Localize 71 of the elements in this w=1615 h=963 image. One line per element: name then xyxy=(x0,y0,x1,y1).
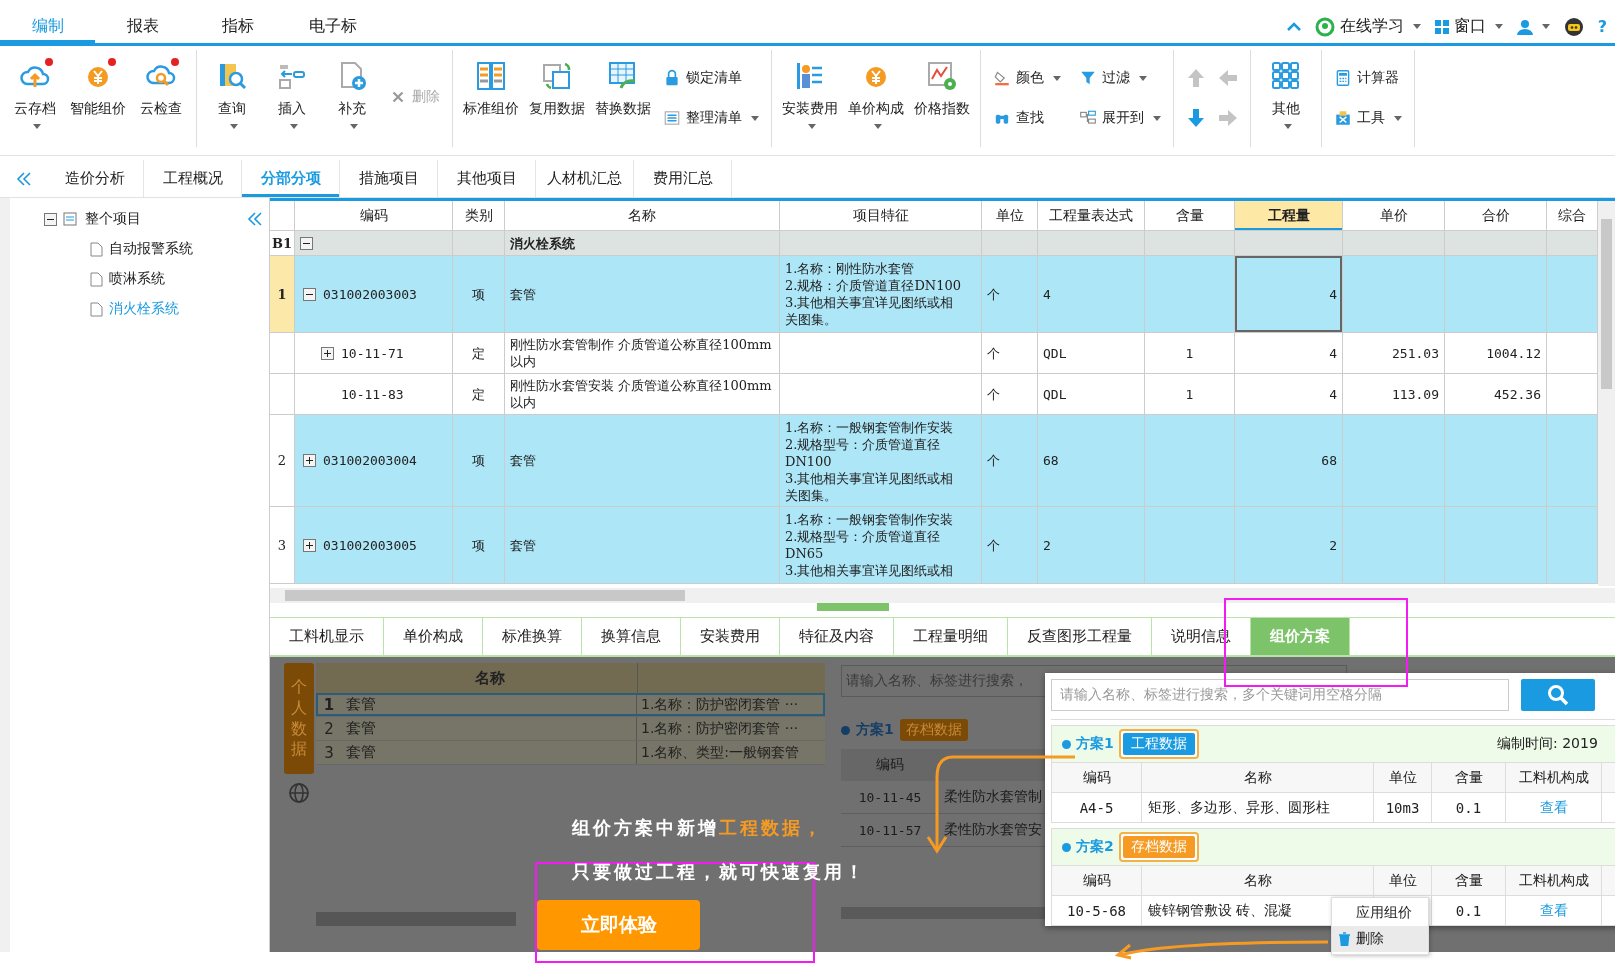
table-cell: 定 xyxy=(453,333,505,374)
table-cell: 套管 xyxy=(342,741,637,764)
column-header: 含量 xyxy=(1432,866,1506,895)
promo-text: 组价方案中新增工程数据， xyxy=(572,816,824,840)
table-cell: 套管 xyxy=(342,693,637,716)
feature-text: 1.名称：刚性防水套管 2.规格：介质管道直径DN100 3.其他相关事宜详见图纸或相 关图集。 xyxy=(785,260,961,328)
table-cell: 刚性防水套管制作 介质管道公称直径100mm以内 xyxy=(505,333,780,374)
row-number: 2 xyxy=(323,718,335,740)
table-cell: 0.1 xyxy=(1432,793,1506,822)
code-text: 031002003005 xyxy=(323,536,417,554)
feature-text: 1.名称：一般钢套管制作安装 2.规格型号：介质管道直径 DN65 3.其他相关事宜详见图纸或相 xyxy=(785,511,954,579)
table-cell: 套管 xyxy=(505,256,780,333)
table-cell-text: 1.名称、类型:一般钢套管 xyxy=(640,742,801,762)
table-cell: 套管 xyxy=(505,507,780,584)
code-text: 031002003003 xyxy=(323,285,417,303)
table-cell: QDL xyxy=(1038,333,1145,374)
table-cell: 套管 xyxy=(342,717,637,740)
table-cell-text: 柔性防水套管制 xyxy=(943,788,1042,806)
table-cell: 0.1 xyxy=(1432,896,1506,925)
table-cell: 项 xyxy=(453,415,505,507)
table-cell: 项 xyxy=(453,256,505,333)
table-cell: 251.03 xyxy=(1343,333,1445,374)
code-text: 10-11-71 xyxy=(341,344,404,362)
column-header: 编码 xyxy=(1052,866,1142,895)
code-text: 031002003004 xyxy=(323,452,417,469)
table-cell: 4 xyxy=(1038,256,1145,333)
table-cell: 消火栓系统 xyxy=(505,231,780,256)
plan-title: 方案2 xyxy=(1076,838,1114,856)
column-header: 编码 xyxy=(1052,763,1142,792)
table-cell: 68 xyxy=(1235,415,1343,507)
column-header: 编码 xyxy=(875,756,905,774)
table-cell-text: 1.名称：防护密闭套管 ··· xyxy=(640,718,800,738)
column-header: 含量 xyxy=(1432,763,1506,792)
table-cell-text: 10-11-45 xyxy=(857,789,923,805)
tag: 存档数据 xyxy=(899,719,968,741)
table-cell: 个 xyxy=(982,507,1038,584)
table-cell: 矩形、多边形、异形、圆形柱 xyxy=(1142,793,1374,822)
column-header: 名称 xyxy=(1142,866,1374,895)
table-cell: 10m3 xyxy=(1385,799,1420,816)
table-cell: 项 xyxy=(453,507,505,584)
table-cell: 个 xyxy=(982,415,1038,507)
table-cell-text: 1.名称：防护密闭套管 ··· xyxy=(640,694,800,714)
feature-text: 1.名称：一般钢套管制作安装 2.规格型号：介质管道直径 DN100 3.其他相关事宜详见图纸或相 关图集。 xyxy=(785,419,954,504)
table-cell: 套管 xyxy=(505,415,780,507)
table-cell: 个 xyxy=(982,256,1038,333)
table-cell: 个 xyxy=(982,333,1038,374)
row-number: 1 xyxy=(322,694,336,716)
tag: 存档数据 xyxy=(1118,832,1199,862)
row-number: 3 xyxy=(323,742,335,764)
column-header: 工料机构成 xyxy=(1506,866,1602,895)
table-cell: 1 xyxy=(1145,333,1235,374)
table-cell: A4-5 xyxy=(1052,793,1142,822)
column-header: 名称 xyxy=(1142,763,1374,792)
date-text: 编制时间: 2019 xyxy=(1497,735,1598,753)
table-cell: 1004.12 xyxy=(1445,333,1547,374)
table-cell-text: 10-11-57 xyxy=(857,822,923,838)
plan-title: 方案1 xyxy=(856,721,894,739)
table-cell: 4 xyxy=(1235,333,1343,374)
table-cell: 2 xyxy=(1235,507,1343,584)
plan-title: 方案1 xyxy=(1076,735,1114,753)
table-cell: 68 xyxy=(1038,415,1145,507)
column-header: 工料机构成 xyxy=(1506,763,1602,792)
table-cell: 10-5-68 xyxy=(1052,896,1142,925)
table-cell: 4 xyxy=(1235,256,1343,333)
table-cell-text: 柔性防水套管安 xyxy=(943,821,1042,839)
tag: 工程数据 xyxy=(1118,729,1199,759)
column-header: 单位 xyxy=(1374,763,1432,792)
column-header: 单位 xyxy=(1374,866,1432,895)
row-number: B1 xyxy=(270,231,295,256)
code-text: 10-11-83 xyxy=(341,385,404,403)
table-cell: 2 xyxy=(1038,507,1145,584)
